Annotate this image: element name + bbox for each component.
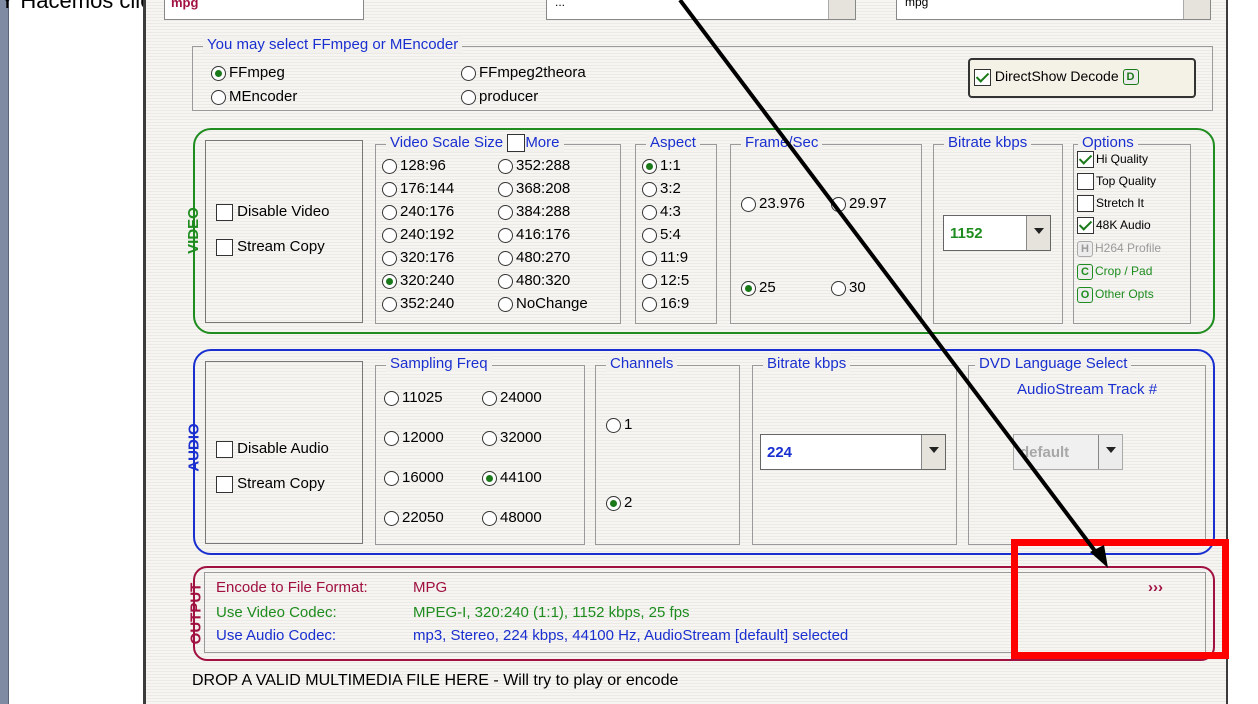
arrow-line bbox=[678, 0, 1100, 557]
annotation-arrow bbox=[678, 0, 1108, 568]
